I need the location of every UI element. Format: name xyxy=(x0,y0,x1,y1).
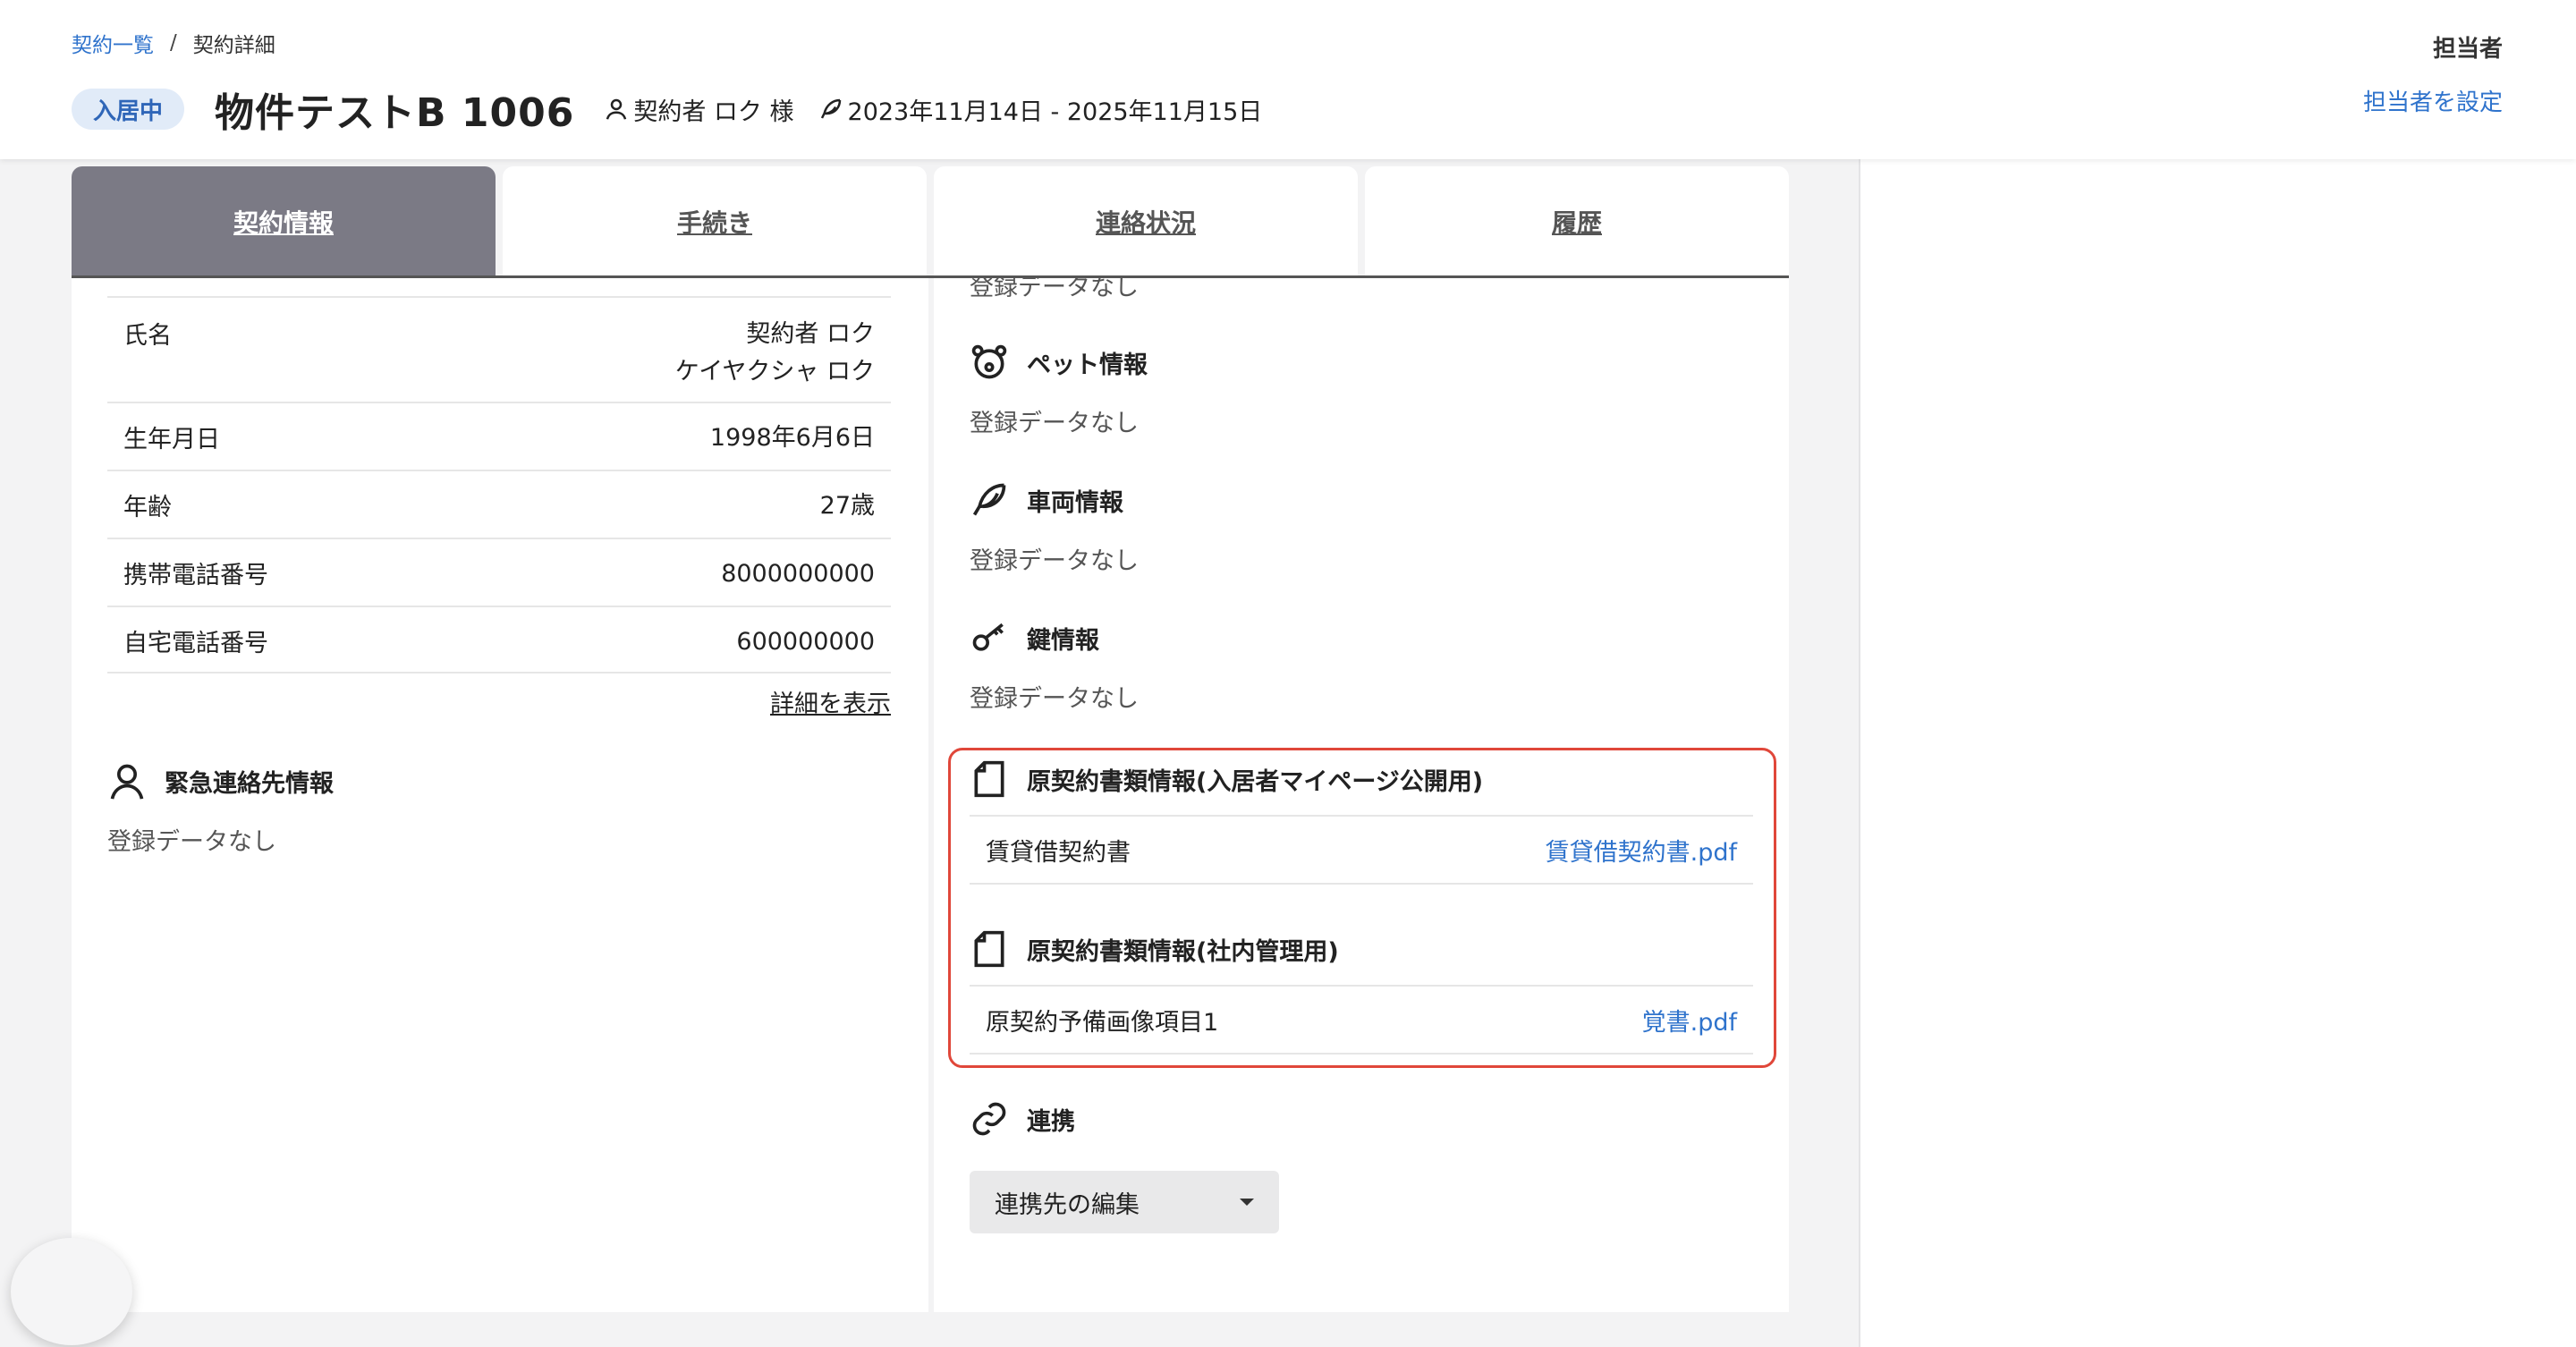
tab-contract-info[interactable]: 契約情報 xyxy=(72,166,496,277)
breadcrumb-contract-list-link[interactable]: 契約一覧 xyxy=(72,28,154,58)
no-data-text: 登録データなし xyxy=(970,410,1139,437)
title-row: 入居中 物件テストB 1006 契約者 ロク 様 2023年11月14日 - 2… xyxy=(72,82,1262,136)
side-panel xyxy=(1859,159,2576,1347)
table-row: 年齢 27歳 xyxy=(107,470,891,538)
section-title: 原契約書類情報(社内管理用) xyxy=(1027,937,1339,966)
details-panel: 登録データなし ペット情報 登録データなし 車両情報 登録データなし 鍵情報 登… xyxy=(934,278,1789,1312)
name-kanji: 契約者 ロク xyxy=(746,320,875,348)
caret-down-icon xyxy=(1240,1199,1254,1206)
tab-bar: 契約情報 手続き 連絡状況 履歴 xyxy=(72,166,1789,277)
tab-contact-status[interactable]: 連絡状況 xyxy=(934,166,1358,277)
row-label: 生年月日 xyxy=(123,426,220,453)
no-data-text: 登録データなし xyxy=(970,685,1139,713)
document-icon xyxy=(974,760,1004,798)
key-icon xyxy=(972,623,1004,651)
section-title: ペット情報 xyxy=(1027,351,1148,379)
page-header: 契約一覧 / 契約詳細 入居中 物件テストB 1006 契約者 ロク 様 202… xyxy=(0,0,2576,159)
row-label: 氏名 xyxy=(123,322,172,350)
section-title: 原契約書類情報(入居者マイページ公開用) xyxy=(1027,767,1484,796)
breadcrumb-current: 契約詳細 xyxy=(192,34,275,57)
document-label: 原契約予備画像項目1 xyxy=(986,1008,1219,1037)
tab-procedures[interactable]: 手続き xyxy=(503,166,927,277)
person-icon xyxy=(606,98,627,120)
row-value: 600000000 xyxy=(736,628,875,656)
row-label: 年齢 xyxy=(123,494,172,521)
floating-chat-button[interactable] xyxy=(11,1238,132,1345)
key-info-heading: 鍵情報 xyxy=(970,618,1099,657)
contract-period: 2023年11月14日 - 2025年11月15日 xyxy=(847,97,1263,126)
no-data-text: 登録データなし xyxy=(970,547,1139,575)
status-badge: 入居中 xyxy=(72,89,185,130)
row-value: 27歳 xyxy=(819,492,875,520)
person-icon xyxy=(110,764,144,800)
no-data-text: 登録データなし xyxy=(107,828,276,856)
memorandum-file-link[interactable]: 覚書.pdf xyxy=(1642,1003,1737,1038)
no-data-text: 登録データなし xyxy=(970,278,1139,301)
breadcrumb: 契約一覧 / 契約詳細 xyxy=(72,27,275,59)
resident-docs-heading: 原契約書類情報(入居者マイページ公開用) xyxy=(970,759,1483,799)
integration-heading: 連携 xyxy=(970,1099,1075,1139)
lease-contract-file-link[interactable]: 賃貸借契約書.pdf xyxy=(1546,833,1737,868)
row-label: 携帯電話番号 xyxy=(123,562,268,589)
set-assignee-link[interactable]: 担当者を設定 xyxy=(2363,84,2503,117)
contractor-panel: 氏名 契約者 ロク ケイヤクシャ ロク 生年月日 1998年6月6日 年齢 27… xyxy=(72,278,928,1312)
row-value: 1998年6月6日 xyxy=(709,424,875,452)
emergency-contact-heading: 緊急連絡先情報 xyxy=(107,761,334,801)
section-title: 車両情報 xyxy=(1027,488,1123,517)
section-title: 鍵情報 xyxy=(1027,626,1099,655)
breadcrumb-separator: / xyxy=(170,31,177,55)
internal-docs-heading: 原契約書類情報(社内管理用) xyxy=(970,929,1339,969)
row-value: 8000000000 xyxy=(721,560,875,588)
assignee-label: 担当者 xyxy=(2432,36,2503,63)
link-icon xyxy=(972,1102,1006,1136)
row-value: 契約者 ロク ケイヤクシャ ロク xyxy=(675,298,875,391)
section-title: 連携 xyxy=(1027,1107,1075,1136)
contract-period-meta: 2023年11月14日 - 2025年11月15日 xyxy=(818,92,1263,127)
row-label: 自宅電話番号 xyxy=(123,630,268,657)
contractor-name: 契約者 ロク 様 xyxy=(633,97,794,126)
table-row: 生年月日 1998年6月6日 xyxy=(107,402,891,470)
feather-icon xyxy=(972,483,1006,516)
vehicle-info-heading: 車両情報 xyxy=(970,480,1123,520)
list-item: 原契約予備画像項目1 覚書.pdf xyxy=(970,985,1753,1055)
table-row: 氏名 契約者 ロク ケイヤクシャ ロク xyxy=(107,296,891,402)
list-item: 賃貸借契約書 賃貸借契約書.pdf xyxy=(970,815,1753,885)
bear-icon xyxy=(971,344,1007,379)
section-title: 緊急連絡先情報 xyxy=(165,769,334,798)
contractor-info-table: 氏名 契約者 ロク ケイヤクシャ ロク 生年月日 1998年6月6日 年齢 27… xyxy=(107,296,891,674)
integration-edit-dropdown[interactable]: 連携先の編集 xyxy=(970,1171,1279,1233)
name-kana: ケイヤクシャ ロク xyxy=(674,358,875,385)
feather-icon xyxy=(820,98,841,119)
table-row: 自宅電話番号 600000000 xyxy=(107,606,891,674)
tab-history[interactable]: 履歴 xyxy=(1365,166,1789,277)
page-title: 物件テストB 1006 xyxy=(215,90,575,136)
show-details-link[interactable]: 詳細を表示 xyxy=(770,684,891,719)
dropdown-label: 連携先の編集 xyxy=(995,1190,1140,1219)
pet-info-heading: ペット情報 xyxy=(970,343,1148,382)
document-icon xyxy=(974,930,1004,968)
table-row: 携帯電話番号 8000000000 xyxy=(107,538,891,606)
contractor-meta: 契約者 ロク 様 xyxy=(603,92,794,127)
document-label: 賃貸借契約書 xyxy=(986,838,1131,867)
